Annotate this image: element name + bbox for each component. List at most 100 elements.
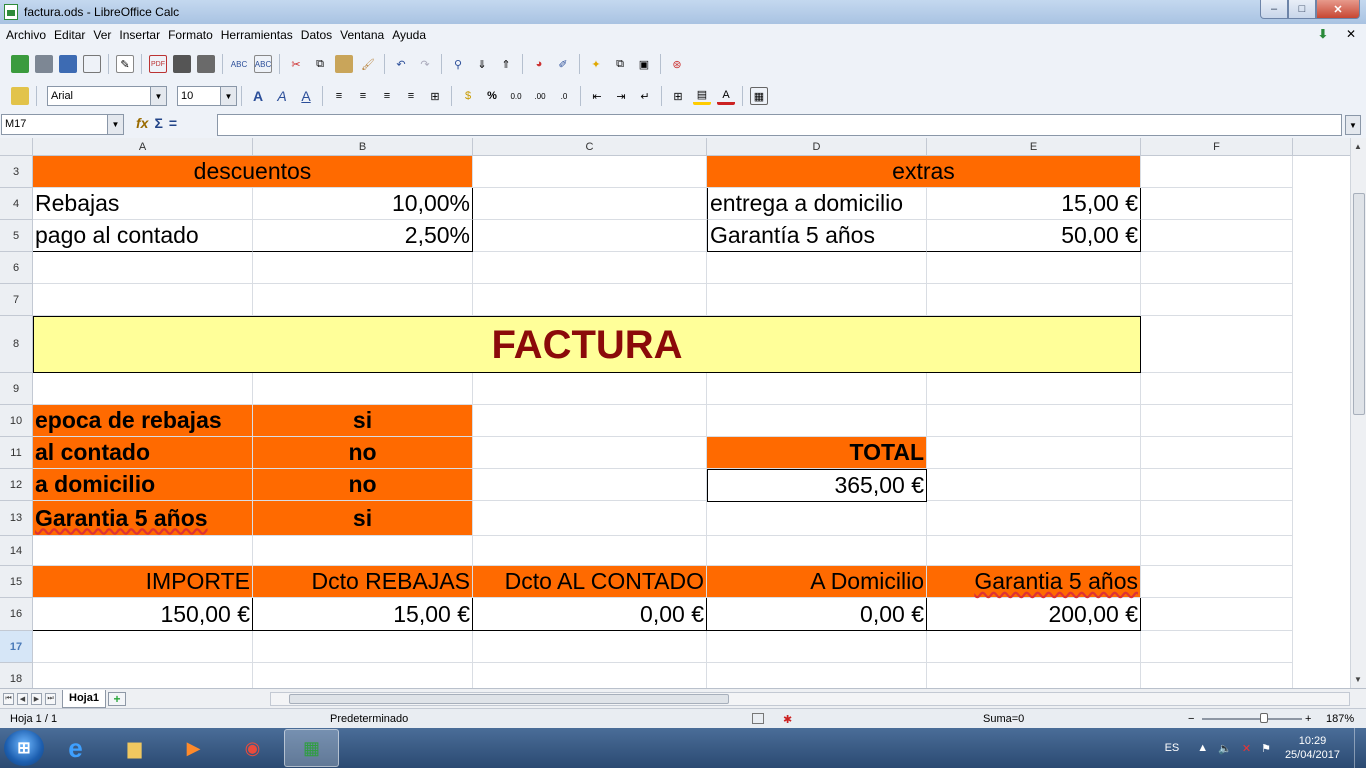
cell-f6[interactable] <box>1141 252 1293 284</box>
option-value-rebajas[interactable]: si <box>253 405 473 437</box>
total-label[interactable]: TOTAL <box>707 437 927 469</box>
cell-a9[interactable] <box>33 373 253 405</box>
cell-c18[interactable] <box>473 663 707 688</box>
row-header-11[interactable]: 11 <box>0 437 33 469</box>
close-document-icon[interactable]: ✕ <box>1346 27 1356 41</box>
zoom-slider-knob[interactable] <box>1260 713 1268 723</box>
row-header-13[interactable]: 13 <box>0 501 33 536</box>
expand-formula-icon[interactable]: ▼ <box>1345 115 1361 135</box>
descuentos-header[interactable]: descuentos <box>33 156 473 188</box>
cell-c13[interactable] <box>473 501 707 536</box>
libreoffice-calc-task-icon[interactable]: ▦ <box>284 729 339 767</box>
chevron-down-icon[interactable]: ▼ <box>107 115 123 134</box>
edit-file-icon[interactable]: ✎ <box>116 55 134 73</box>
toggle-grid-icon[interactable]: ▦ <box>750 87 768 105</box>
option-label-contado[interactable]: al contado <box>33 437 253 469</box>
column-header-e[interactable]: E <box>927 138 1141 156</box>
row-header-7[interactable]: 7 <box>0 284 33 316</box>
email-icon[interactable] <box>83 55 101 73</box>
save-icon[interactable] <box>59 55 77 73</box>
cell-f15[interactable] <box>1141 566 1293 598</box>
extra-value-garantia[interactable]: 50,00 € <box>927 220 1141 252</box>
cell-c7[interactable] <box>473 284 707 316</box>
percent-format-icon[interactable]: % <box>483 87 501 105</box>
column-header-c[interactable]: C <box>473 138 707 156</box>
cell-e12[interactable] <box>927 469 1141 501</box>
row-header-6[interactable]: 6 <box>0 252 33 284</box>
next-sheet-icon[interactable]: ▶ <box>31 692 42 705</box>
cell-f8[interactable] <box>1141 316 1293 373</box>
sheet-tab-hoja1[interactable]: Hoja1 <box>62 689 106 708</box>
copy-icon[interactable]: ⧉ <box>311 55 329 73</box>
cell-d7[interactable] <box>707 284 927 316</box>
cell-f7[interactable] <box>1141 284 1293 316</box>
new-document-icon[interactable] <box>11 55 29 73</box>
cell-b7[interactable] <box>253 284 473 316</box>
cell-d9[interactable] <box>707 373 927 405</box>
justify-icon[interactable]: ≡ <box>402 87 420 105</box>
row-header-9[interactable]: 9 <box>0 373 33 405</box>
align-center-icon[interactable]: ≡ <box>354 87 372 105</box>
hyperlink-icon[interactable]: ⚲ <box>449 55 467 73</box>
horizontal-scroll-thumb[interactable] <box>289 694 729 704</box>
font-name-combo[interactable]: Arial ▼ <box>47 86 167 106</box>
redo-icon[interactable]: ↷ <box>416 55 434 73</box>
update-download-icon[interactable]: ⬇ <box>1318 27 1328 41</box>
row-header-5[interactable]: 5 <box>0 220 33 252</box>
extras-header[interactable]: extras <box>707 156 1141 188</box>
cell-a14[interactable] <box>33 536 253 566</box>
spellcheck-icon[interactable]: ABC <box>230 55 248 73</box>
selection-mode-icon[interactable] <box>752 713 764 724</box>
sort-ascending-icon[interactable]: ⇑ <box>497 55 515 73</box>
open-folder-icon[interactable] <box>35 55 53 73</box>
increase-indent-icon[interactable]: ⇥ <box>612 87 630 105</box>
pivot-table-icon[interactable]: ✐ <box>554 55 572 73</box>
row-header-10[interactable]: 10 <box>0 405 33 437</box>
italic-icon[interactable]: A <box>273 87 291 105</box>
cell-e6[interactable] <box>927 252 1141 284</box>
cell-c3[interactable] <box>473 156 707 188</box>
underline-icon[interactable]: A <box>297 87 315 105</box>
decimal-format-icon[interactable]: 0.0 <box>507 87 525 105</box>
chevron-down-icon[interactable]: ▼ <box>220 87 236 105</box>
menu-ver[interactable]: Ver <box>89 28 115 42</box>
action-center-icon[interactable]: ⚑ <box>1261 742 1271 755</box>
delete-decimal-icon[interactable]: .0 <box>555 87 573 105</box>
column-header-a[interactable]: A <box>33 138 253 156</box>
row-header-14[interactable]: 14 <box>0 536 33 566</box>
borders-icon[interactable]: ⊞ <box>669 87 687 105</box>
cell-b17[interactable] <box>253 631 473 663</box>
cell-c11[interactable] <box>473 437 707 469</box>
function-wizard-icon[interactable]: fx <box>136 115 148 131</box>
summary-header-importe[interactable]: IMPORTE <box>33 566 253 598</box>
row-header-15[interactable]: 15 <box>0 566 33 598</box>
zoom-in-icon[interactable]: + <box>1305 713 1311 725</box>
cell-e13[interactable] <box>927 501 1141 536</box>
cell-f17[interactable] <box>1141 631 1293 663</box>
cell-f14[interactable] <box>1141 536 1293 566</box>
align-right-icon[interactable]: ≡ <box>378 87 396 105</box>
extra-label-domicilio[interactable]: entrega a domicilio <box>707 188 927 220</box>
option-label-garantia[interactable]: Garantia 5 años <box>33 501 253 536</box>
font-color-icon[interactable]: A <box>717 87 735 105</box>
cell-e18[interactable] <box>927 663 1141 688</box>
summary-value-dcto-contado[interactable]: 0,00 € <box>473 598 707 631</box>
cell-d14[interactable] <box>707 536 927 566</box>
summary-value-importe[interactable]: 150,00 € <box>33 598 253 631</box>
cell-b9[interactable] <box>253 373 473 405</box>
descuento-value-contado[interactable]: 2,50% <box>253 220 473 252</box>
cell-f18[interactable] <box>1141 663 1293 688</box>
cell-d6[interactable] <box>707 252 927 284</box>
menu-editar[interactable]: Editar <box>50 28 89 42</box>
paste-icon[interactable] <box>335 55 353 73</box>
horizontal-scrollbar[interactable] <box>270 692 1350 706</box>
menu-datos[interactable]: Datos <box>297 28 336 42</box>
decrease-indent-icon[interactable]: ⇤ <box>588 87 606 105</box>
cell-f5[interactable] <box>1141 220 1293 252</box>
cell-e11[interactable] <box>927 437 1141 469</box>
row-header-18[interactable]: 18 <box>0 663 33 688</box>
font-size-combo[interactable]: 10 ▼ <box>177 86 237 106</box>
menu-insertar[interactable]: Insertar <box>115 28 164 42</box>
row-header-12[interactable]: 12 <box>0 469 33 501</box>
bold-icon[interactable]: A <box>249 87 267 105</box>
